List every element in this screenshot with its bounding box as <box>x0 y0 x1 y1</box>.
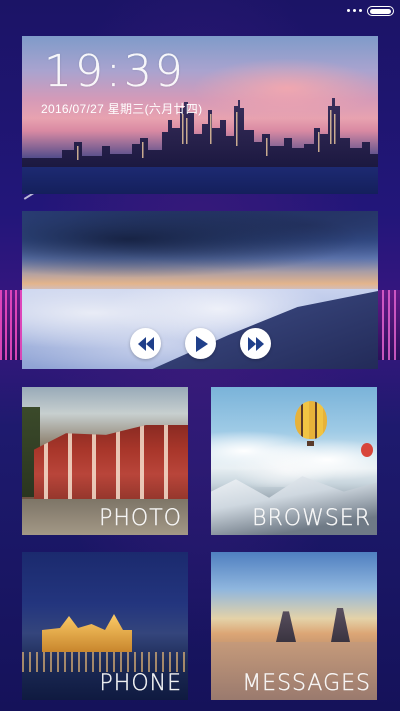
next-button[interactable] <box>240 328 271 359</box>
app-label-messages: MESSAGES <box>242 671 371 696</box>
sky-clouds <box>22 211 378 281</box>
app-tile-phone[interactable]: PHONE <box>22 552 188 700</box>
tower-bridge <box>271 608 371 642</box>
clock-widget[interactable]: 19:39 2016/07/27 星期三(六月廿四) <box>22 36 378 194</box>
battery-icon <box>367 6 394 16</box>
app-label-browser: BROWSER <box>252 506 371 531</box>
previous-button[interactable] <box>130 328 161 359</box>
background-city-right <box>376 290 400 360</box>
clouds <box>211 427 377 487</box>
more-dots-icon[interactable] <box>347 9 362 12</box>
hot-air-balloon-small <box>361 443 373 457</box>
app-label-phone: PHONE <box>99 671 182 696</box>
music-widget[interactable] <box>22 211 378 369</box>
media-controls <box>130 328 271 360</box>
app-label-photo: PHOTO <box>99 506 182 531</box>
status-bar <box>0 0 400 22</box>
play-button[interactable] <box>185 328 216 359</box>
lake-water <box>22 167 378 194</box>
clock-date: 2016/07/27 星期三(六月廿四) <box>41 102 203 116</box>
background-city-left <box>0 290 24 360</box>
app-tile-messages[interactable]: MESSAGES <box>211 552 377 700</box>
app-tile-browser[interactable]: BROWSER <box>211 387 377 535</box>
rewind-icon <box>137 336 154 351</box>
city-lights <box>22 652 188 672</box>
play-icon <box>195 335 208 352</box>
app-tile-photo[interactable]: PHOTO <box>22 387 188 535</box>
brick-houses <box>34 425 188 507</box>
illuminated-building <box>42 614 132 652</box>
fast-forward-icon <box>247 336 264 351</box>
hot-air-balloon <box>295 401 327 446</box>
clock-time: 19:39 <box>44 46 186 97</box>
